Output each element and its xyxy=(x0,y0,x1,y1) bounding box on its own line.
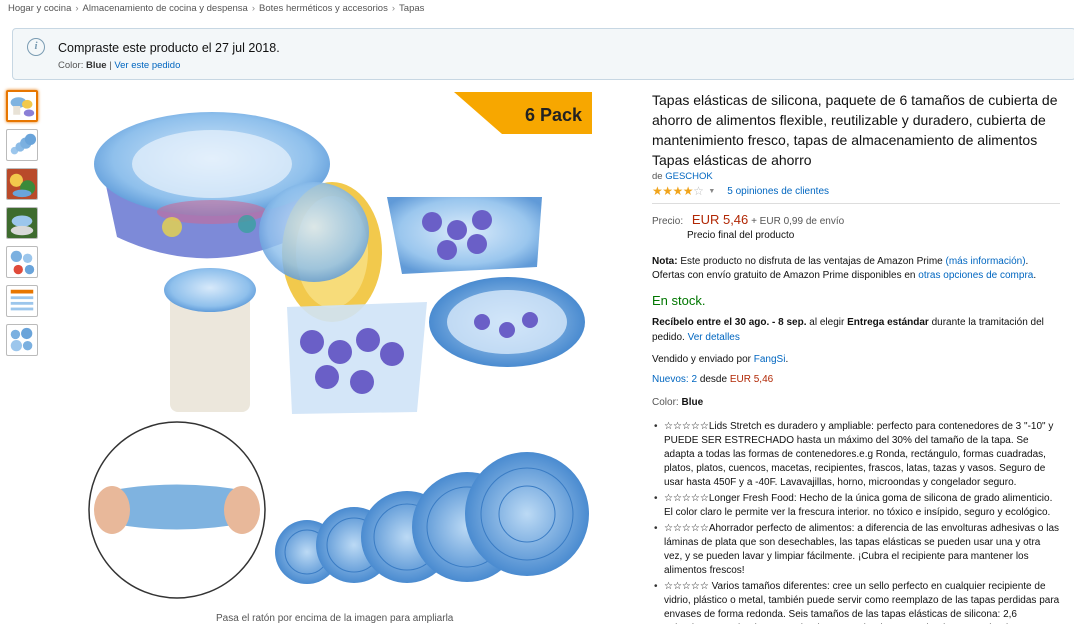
note-period: . xyxy=(1025,256,1029,267)
breadcrumb-item[interactable]: Tapas xyxy=(399,3,424,14)
delivery-method: Entrega estándar xyxy=(847,317,929,328)
color-label: Color: xyxy=(652,397,679,408)
thumbnail-3[interactable] xyxy=(6,168,38,200)
color-selection: Color: Blue xyxy=(652,397,1060,408)
star-empty-icon: ☆ xyxy=(693,184,704,198)
note-label: Nota: xyxy=(652,256,678,267)
star-icon: ★ xyxy=(672,184,684,198)
feature-bullet: ☆☆☆☆☆Lids Stretch es duradero y ampliabl… xyxy=(652,420,1060,490)
seller-info: Vendido y enviado por FangSi. xyxy=(652,354,1060,365)
thumbnail-2[interactable] xyxy=(6,129,38,161)
note-line2: Ofertas con envío gratuito de Amazon Pri… xyxy=(652,270,916,281)
product-title: Tapas elásticas de silicona, paquete de … xyxy=(652,92,1058,168)
star-icon: ★ xyxy=(662,184,673,198)
delivery-info: Recíbelo entre el 30 ago. - 8 sep. al el… xyxy=(652,315,1060,345)
breadcrumb-item[interactable]: Botes herméticos y accesorios xyxy=(259,3,388,14)
shipping-cost: + EUR 0,99 de envío xyxy=(751,216,845,227)
offers-from: desde xyxy=(699,374,728,385)
stock-status: En stock. xyxy=(652,293,706,308)
breadcrumb-item[interactable]: Almacenamiento de cocina y despensa xyxy=(83,3,248,14)
delivery-mid: al elegir xyxy=(809,317,845,328)
brand-link[interactable]: GESCHOK xyxy=(665,171,713,182)
feature-bullet: ☆☆☆☆☆Ahorrador perfecto de alimentos: a … xyxy=(652,522,1060,578)
more-info-link[interactable]: (más información) xyxy=(946,256,1026,267)
thumbnail-4[interactable] xyxy=(6,207,38,239)
seller-period: . xyxy=(785,354,789,365)
separator: | xyxy=(109,60,112,71)
delivery-window: Recíbelo entre el 30 ago. - 8 sep. xyxy=(652,317,807,328)
feature-bullet: ☆☆☆☆☆Longer Fresh Food: Hecho de la únic… xyxy=(652,492,1060,520)
thumbnail-7[interactable] xyxy=(6,324,38,356)
breadcrumb-item[interactable]: Hogar y cocina xyxy=(8,3,71,14)
delivery-details-link[interactable]: Ver detalles xyxy=(688,332,740,343)
star-rating[interactable]: ★★★★☆ xyxy=(652,184,704,198)
purchase-notice: i Compraste este producto el 27 jul 2018… xyxy=(12,28,1074,80)
brand-line: de GESCHOK xyxy=(652,171,1060,182)
feature-bullets: ☆☆☆☆☆Lids Stretch es duradero y ampliabl… xyxy=(652,420,1060,624)
thumbnail-5[interactable] xyxy=(6,246,38,278)
offers-line: Nuevos: 2 desde EUR 5,46 xyxy=(652,374,1060,385)
reviews-link[interactable]: 5 opiniones de clientes xyxy=(727,186,829,197)
star-icon: ★ xyxy=(652,184,663,198)
price-value: EUR 5,46 xyxy=(691,212,749,227)
offers-price: EUR 5,46 xyxy=(729,374,774,385)
final-price-note: Precio final del producto xyxy=(687,230,795,241)
breadcrumb: Hogar y cocina › Almacenamiento de cocina … xyxy=(8,3,424,14)
color-label: Color: xyxy=(58,60,84,71)
star-icon: ★ xyxy=(682,184,694,198)
prime-note: Nota: Este producto no disfruta de las v… xyxy=(652,255,1060,283)
color-value: Blue xyxy=(85,60,107,71)
color-value: Blue xyxy=(681,397,704,408)
seller-link[interactable]: FangSi xyxy=(754,354,786,365)
new-offers-link[interactable]: Nuevos: 2 xyxy=(652,374,697,385)
thumbnail-6[interactable] xyxy=(6,285,38,317)
zoom-hint: Pasa el ratón por encima de la imagen pa… xyxy=(216,613,454,624)
breadcrumb-separator: › xyxy=(75,3,79,14)
thumbnail-strip xyxy=(6,90,38,363)
price-row: Precio: EUR 5,46 + EUR 0,99 de envío xyxy=(652,212,1060,227)
info-icon: i xyxy=(27,38,45,56)
breadcrumb-separator: › xyxy=(251,3,256,14)
other-options-link[interactable]: otras opciones de compra xyxy=(918,270,1033,281)
view-order-link[interactable]: Ver este pedido xyxy=(114,60,180,71)
seller-text: Vendido y enviado por xyxy=(652,354,751,365)
note-period: . xyxy=(1033,270,1037,281)
feature-bullet: ☆☆☆☆☆ Varios tamaños diferentes: cree un… xyxy=(652,580,1060,624)
brand-prefix: de xyxy=(652,171,663,182)
rating-line: ★★★★☆ ▼ 5 opiniones de clientes xyxy=(652,184,1060,198)
purchase-notice-details: Color: Blue | Ver este pedido xyxy=(58,60,180,71)
divider xyxy=(652,203,1060,204)
thumbnail-1[interactable] xyxy=(6,90,38,122)
chevron-down-icon[interactable]: ▼ xyxy=(708,188,715,195)
breadcrumb-separator: › xyxy=(391,3,396,14)
main-product-image[interactable]: 6 Pack xyxy=(82,92,597,612)
purchase-notice-headline: Compraste este producto el 27 jul 2018. xyxy=(58,41,280,55)
note-text: Este producto no disfruta de las ventaja… xyxy=(680,256,943,267)
price-label: Precio: xyxy=(652,216,684,227)
pack-badge-label: 6 Pack xyxy=(525,105,583,125)
product-details: Tapas elásticas de silicona, paquete de … xyxy=(652,90,1060,624)
